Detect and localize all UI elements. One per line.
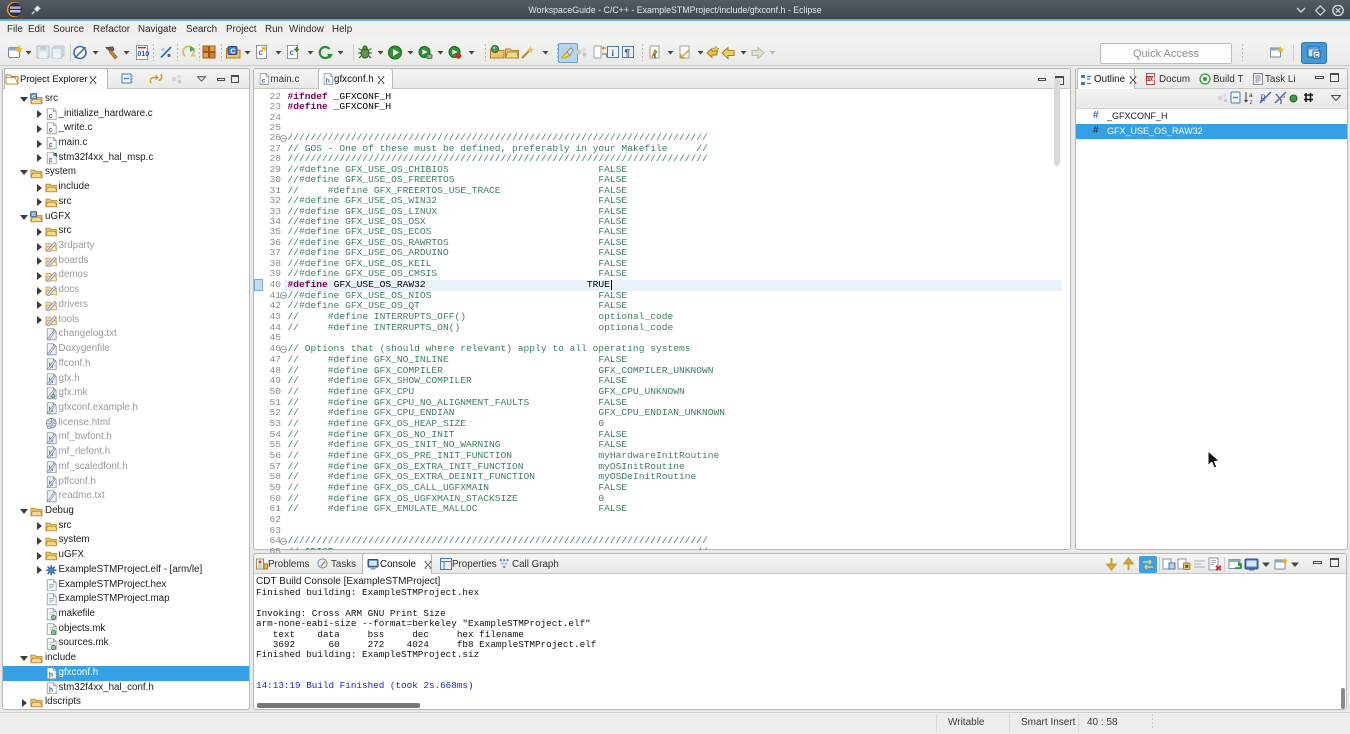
svg-text:C: C <box>32 212 36 218</box>
svg-text:¶: ¶ <box>624 48 630 59</box>
svg-text:C: C <box>32 94 36 100</box>
svg-text:PDF: PDF <box>1147 76 1156 81</box>
svg-text:c: c <box>289 48 294 57</box>
svg-text:C: C <box>1314 53 1318 59</box>
svg-text:C: C <box>230 46 236 55</box>
svg-text:010: 010 <box>137 51 149 58</box>
svg-text:a: a <box>1249 92 1253 99</box>
svg-text:z: z <box>1250 99 1253 105</box>
